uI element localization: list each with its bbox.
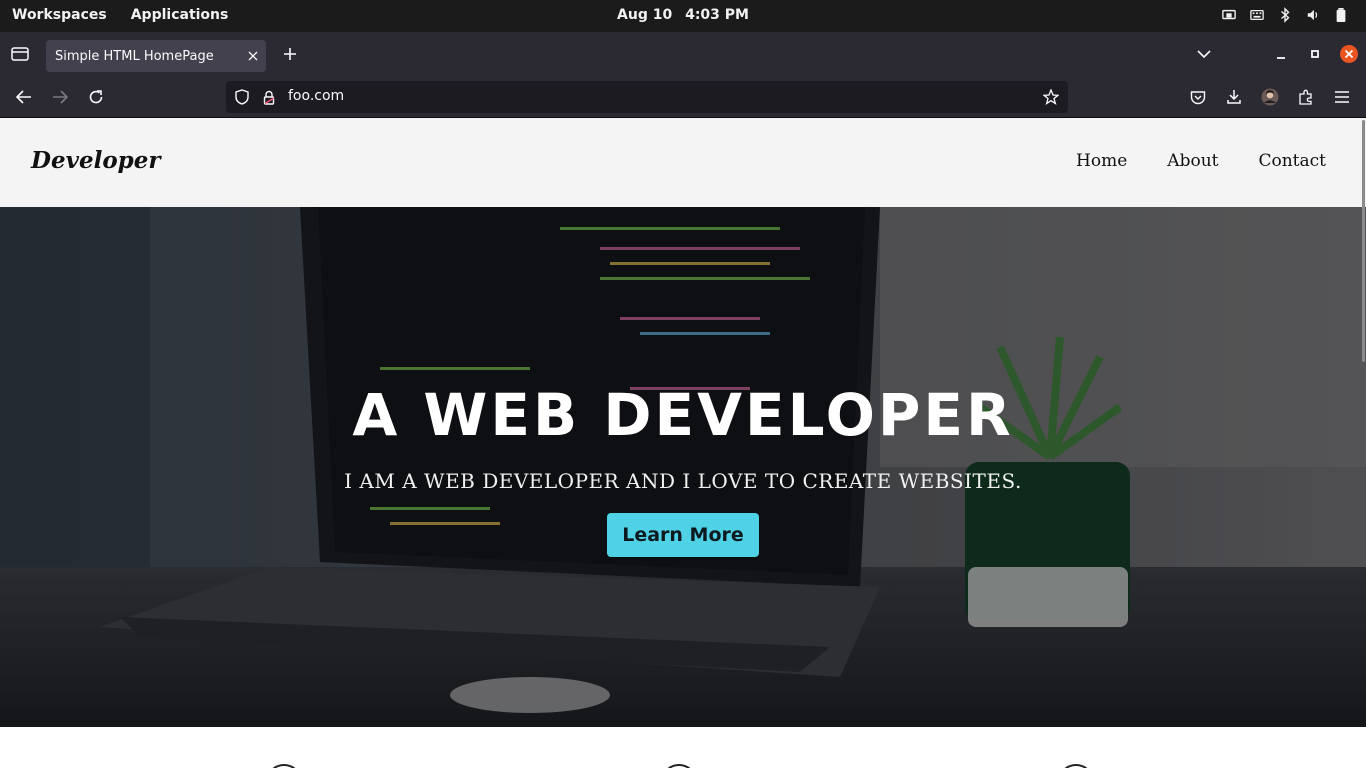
clock-time: 4:03 PM xyxy=(685,7,749,23)
browser-tab[interactable]: Simple HTML HomePage xyxy=(46,40,266,72)
site-logo[interactable]: Developer xyxy=(31,147,161,174)
pocket-icon[interactable] xyxy=(1188,87,1208,107)
volume-icon[interactable] xyxy=(1306,7,1320,23)
window-close-icon[interactable] xyxy=(1339,44,1359,64)
extensions-puzzle-icon[interactable] xyxy=(1296,87,1316,107)
site-nav: Home About Contact xyxy=(1076,151,1326,171)
nav-link-contact[interactable]: Contact xyxy=(1258,151,1326,171)
clock[interactable]: Aug 10 4:03 PM xyxy=(0,7,1366,23)
hero-background-image xyxy=(0,207,1366,727)
clock-date: Aug 10 xyxy=(617,7,673,23)
back-arrow-icon[interactable] xyxy=(14,87,34,107)
downloads-icon[interactable] xyxy=(1224,87,1244,107)
learn-more-button[interactable]: Learn More xyxy=(607,513,759,557)
browser-tab-strip: Simple HTML HomePage xyxy=(0,32,1366,76)
tracking-shield-icon[interactable] xyxy=(234,88,250,106)
list-tabs-chevron-down-icon[interactable] xyxy=(1194,44,1214,64)
account-avatar-icon[interactable] xyxy=(1260,87,1280,107)
tab-close-icon[interactable] xyxy=(240,43,266,69)
hero-section: A WEB DEVELOPER I AM A WEB DEVELOPER AND… xyxy=(0,207,1366,727)
screen-share-icon[interactable] xyxy=(1222,7,1236,23)
nav-link-home[interactable]: Home xyxy=(1076,151,1127,171)
bookmark-star-icon[interactable] xyxy=(1042,88,1060,106)
lock-icon[interactable] xyxy=(262,89,276,105)
new-tab-plus-icon[interactable] xyxy=(280,44,300,64)
address-bar[interactable]: foo.com xyxy=(226,81,1068,113)
minimize-icon[interactable] xyxy=(1272,44,1290,64)
url-text: foo.com xyxy=(288,88,345,104)
feature-circle-icon xyxy=(1058,764,1094,768)
bluetooth-icon[interactable] xyxy=(1278,7,1292,23)
hamburger-menu-icon[interactable] xyxy=(1332,87,1352,107)
system-top-bar: Workspaces Applications Aug 10 4:03 PM xyxy=(0,0,1366,32)
keyboard-icon[interactable] xyxy=(1250,7,1264,23)
browser-navigation-toolbar: foo.com xyxy=(0,76,1366,118)
feature-circle-icon xyxy=(266,764,302,768)
forward-arrow-icon[interactable] xyxy=(50,87,70,107)
hero-subtitle: I AM A WEB DEVELOPER AND I LOVE TO CREAT… xyxy=(344,469,1022,493)
page-scrollbar-thumb[interactable] xyxy=(1362,120,1365,362)
firefox-view-icon[interactable] xyxy=(10,44,30,64)
hero-title: A WEB DEVELOPER xyxy=(352,381,1014,449)
battery-icon[interactable] xyxy=(1334,7,1348,23)
nav-link-about[interactable]: About xyxy=(1167,151,1218,171)
web-page-viewport: Developer Home About Contact A WEB DEVEL… xyxy=(0,118,1366,768)
reload-icon[interactable] xyxy=(86,87,106,107)
tab-title: Simple HTML HomePage xyxy=(55,48,214,64)
site-header: Developer Home About Contact xyxy=(0,118,1366,207)
maximize-icon[interactable] xyxy=(1306,44,1324,64)
feature-circle-icon xyxy=(661,764,697,768)
